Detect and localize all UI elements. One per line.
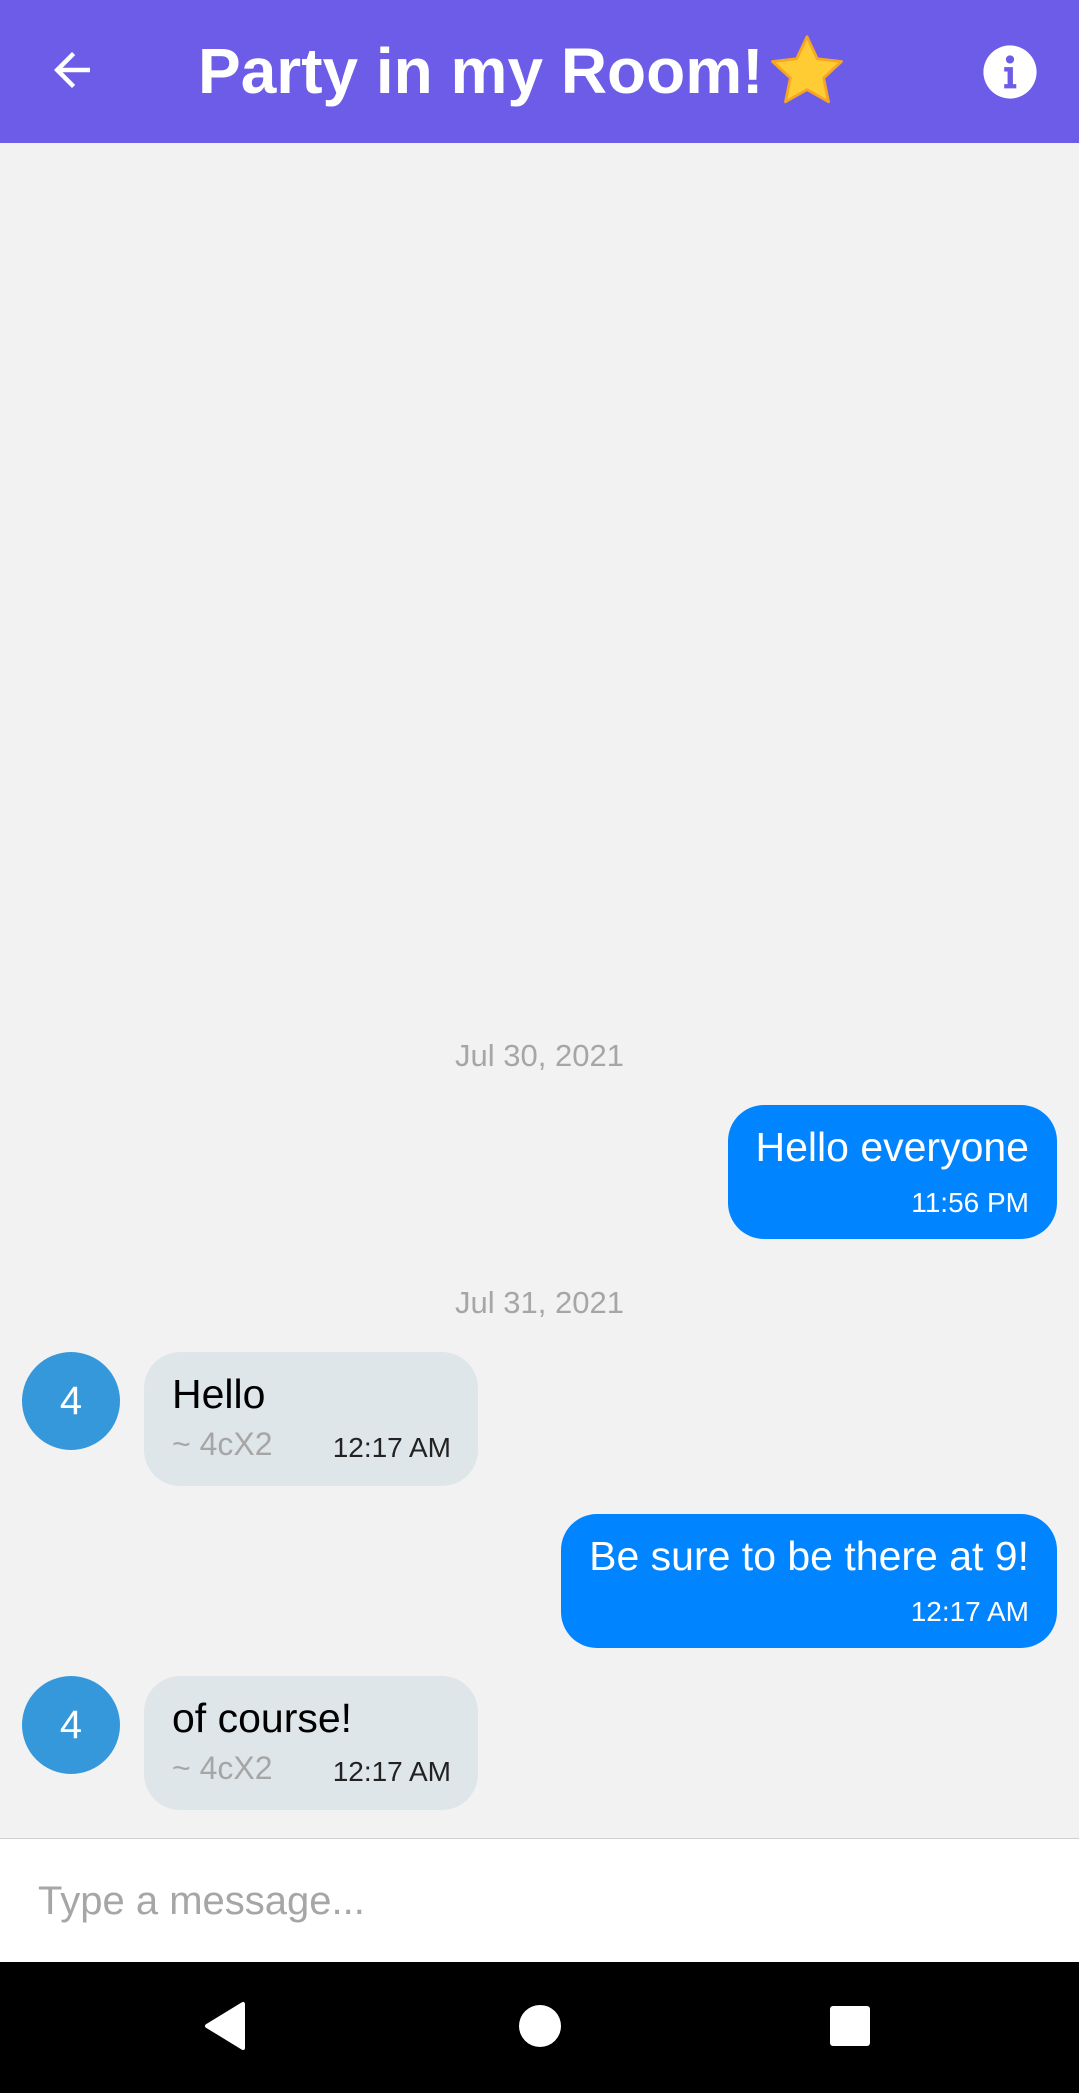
incoming-message-bubble[interactable]: Hello ~ 4cX2 12:17 AM <box>144 1352 478 1486</box>
nav-home-button[interactable] <box>490 1976 590 2076</box>
outgoing-message-bubble[interactable]: Be sure to be there at 9! 12:17 AM <box>561 1514 1057 1648</box>
message-text: Hello <box>172 1371 266 1417</box>
triangle-back-icon <box>205 2002 245 2050</box>
message-text: Be sure to be there at 9! <box>589 1533 1029 1579</box>
square-recents-icon <box>830 2006 870 2046</box>
message-text: of course! <box>172 1695 353 1741</box>
nav-recents-button[interactable] <box>800 1976 900 2076</box>
chat-title: Party in my Room! <box>198 26 849 116</box>
arrow-left-icon <box>54 52 90 88</box>
message-text: Hello everyone <box>755 1124 1030 1170</box>
message-time: 12:17 AM <box>910 1596 1029 1627</box>
incoming-message-bubble[interactable]: of course! ~ 4cX2 12:17 AM <box>144 1676 478 1810</box>
message-input[interactable] <box>38 1861 1038 1941</box>
star-icon <box>771 35 844 104</box>
avatar[interactable]: 4 <box>22 1676 120 1774</box>
info-button[interactable] <box>962 24 1058 120</box>
system-nav-bar <box>0 1962 1079 2093</box>
sender-name: ~ 4cX2 <box>172 1750 273 1786</box>
chat-title-text: Party in my Room! <box>198 35 764 107</box>
date-separator: Jul 31, 2021 <box>455 1285 624 1320</box>
message-time: 12:17 AM <box>332 1432 451 1463</box>
message-list[interactable]: Jul 30, 2021 Hello everyone 11:56 PM Jul… <box>0 143 1079 1838</box>
message-time: 12:17 AM <box>332 1756 451 1787</box>
date-separator: Jul 30, 2021 <box>455 1038 624 1073</box>
sender-name: ~ 4cX2 <box>172 1426 273 1462</box>
message-composer <box>0 1838 1079 1962</box>
message-time: 11:56 PM <box>911 1187 1029 1218</box>
avatar[interactable]: 4 <box>22 1352 120 1450</box>
back-button[interactable] <box>30 28 114 112</box>
nav-back-button[interactable] <box>176 1976 276 2076</box>
outgoing-message-bubble[interactable]: Hello everyone 11:56 PM <box>727 1105 1057 1239</box>
info-icon <box>983 45 1037 99</box>
app-bar: Party in my Room! <box>0 0 1079 143</box>
circle-home-icon <box>519 2005 561 2047</box>
